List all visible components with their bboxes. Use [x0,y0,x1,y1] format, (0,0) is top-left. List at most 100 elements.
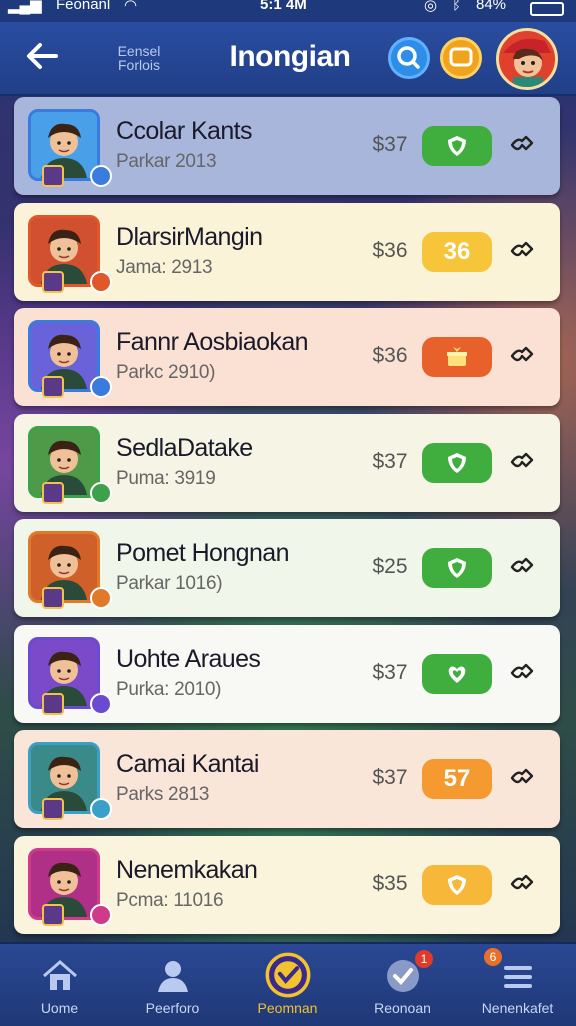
nav-reward-label: Reonoan [374,1000,431,1016]
player-name: Fannr Aosbiaokan [116,328,309,356]
nav-active-tab[interactable]: Peomnan [230,944,345,1026]
element-badge-icon [90,587,112,609]
nav-home[interactable]: Uome [2,944,117,1026]
search-icon [397,46,420,69]
nav-menu-badge: 6 [484,948,502,966]
character-portrait [28,214,100,287]
chat-icon [449,47,473,67]
header-subtitle: Eensel Forlois [117,43,161,73]
list-item[interactable]: Nenemkakan Pcma: 11016 $35 [14,835,560,934]
player-price: $25 [372,555,408,578]
character-portrait [28,742,100,814]
class-badge-icon [42,165,64,187]
action-pill-button[interactable]: 57 [422,759,492,799]
character-portrait [28,109,100,181]
share-icon[interactable] [508,764,536,792]
element-badge-icon [90,481,112,504]
home-icon [43,960,77,990]
class-badge-icon [42,903,64,926]
class-badge-icon [42,376,64,398]
player-meta: Jama: 2913 [116,256,213,278]
check-badge-icon [265,952,311,998]
nav-reward[interactable]: 1 Reonoan [345,944,460,1026]
player-meta: Parks 2813 [116,784,210,805]
list-item[interactable]: Uohte Araues Purka: 2010) $37 [14,624,560,723]
player-price: $37 [372,660,408,684]
player-meta: Parkar 2013 [116,151,217,172]
player-meta: Parkar 1016) [116,573,223,594]
page-title: Inongian [229,40,351,73]
share-icon[interactable] [508,448,536,476]
bluetooth-icon: ᛒ [452,0,462,13]
player-price: $37 [372,133,408,156]
share-icon[interactable] [508,342,536,370]
carrier-label: Feonanl [56,0,111,13]
nav-profile[interactable]: Peerforo [115,944,230,1026]
action-pill-button[interactable] [422,442,492,483]
list-item[interactable]: Ccolar Kants Parkar 2013 $37 [14,97,560,195]
class-badge-icon [42,587,64,609]
nav-reward-badge: 1 [415,950,433,968]
player-name: Pomet Hongnan [116,539,289,567]
player-price: $36 [372,344,408,367]
action-pill-button[interactable]: 36 [422,231,492,272]
nav-active-label: Peomnan [257,1000,318,1016]
share-icon[interactable] [508,553,536,581]
action-pill-button[interactable] [422,653,492,694]
player-name: Camai Kantai [116,750,259,778]
class-badge-icon [42,270,64,293]
action-pill-button[interactable] [422,337,492,377]
element-badge-icon [90,692,112,715]
menu-icon [504,966,532,988]
share-icon[interactable] [508,870,536,898]
character-portrait [28,636,100,709]
nav-menu-label: Nenenkafet [481,1000,554,1016]
character-portrait [28,320,100,392]
player-meta: Puma: 3919 [116,467,216,489]
search-button[interactable] [388,37,430,79]
list-item[interactable]: Fannr Aosbiaokan Parkc 2910) $36 [14,308,560,406]
player-name: DlarsirMangin [116,222,263,251]
action-pill-button[interactable] [422,864,492,905]
pill-label: 57 [443,765,471,792]
list-item[interactable]: Pomet Hongnan Parkar 1016) $25 [14,519,560,617]
class-badge-icon [42,692,64,715]
status-bar: ▂▄▆ Feonanl ◠ 5:1 4M ◎ ᛒ 84% [0,0,576,22]
share-icon[interactable] [508,659,536,687]
header-bar: Eensel Forlois Inongian [0,22,576,96]
action-pill-button[interactable] [422,126,492,166]
wifi-icon: ◠ [124,0,138,14]
share-icon[interactable] [508,237,536,265]
character-portrait [28,531,100,603]
nav-profile-label: Peerforo [145,1000,200,1016]
element-badge-icon [90,376,112,398]
battery-icon [530,2,564,16]
list-item[interactable]: DlarsirMangin Jama: 2913 $36 36 [14,202,560,301]
player-avatar[interactable] [496,28,558,90]
player-meta: Pcma: 11016 [116,889,224,911]
list-item[interactable]: Camai Kantai Parks 2813 $37 57 [14,730,560,828]
player-name: SedlaDatake [116,433,253,462]
player-name: Nenemkakan [116,855,258,884]
location-icon: ◎ [424,0,438,14]
list-item[interactable]: SedlaDatake Puma: 3919 $37 [14,413,560,512]
player-name: Uohte Araues [116,644,261,673]
battery-label: 84% [476,0,507,13]
chat-button[interactable] [440,37,482,79]
player-price: $35 [372,871,408,895]
back-arrow-icon[interactable] [22,36,64,78]
share-icon[interactable] [508,131,536,159]
element-badge-icon [90,270,112,293]
player-price: $37 [372,449,408,473]
clock: 5:1 4M [260,0,307,13]
player-price: $36 [372,238,408,262]
element-badge-icon [90,165,112,187]
bottom-navigation: Uome Peerforo Peomnan 1 Reonoan 6 Nenenk… [0,942,576,1026]
signal-icon: ▂▄▆ [8,0,42,14]
class-badge-icon [42,481,64,504]
nav-menu[interactable]: 6 Nenenkafet [460,944,575,1026]
character-portrait [28,847,100,920]
class-badge-icon [42,798,64,820]
player-meta: Purka: 2010) [116,678,222,700]
action-pill-button[interactable] [422,548,492,588]
